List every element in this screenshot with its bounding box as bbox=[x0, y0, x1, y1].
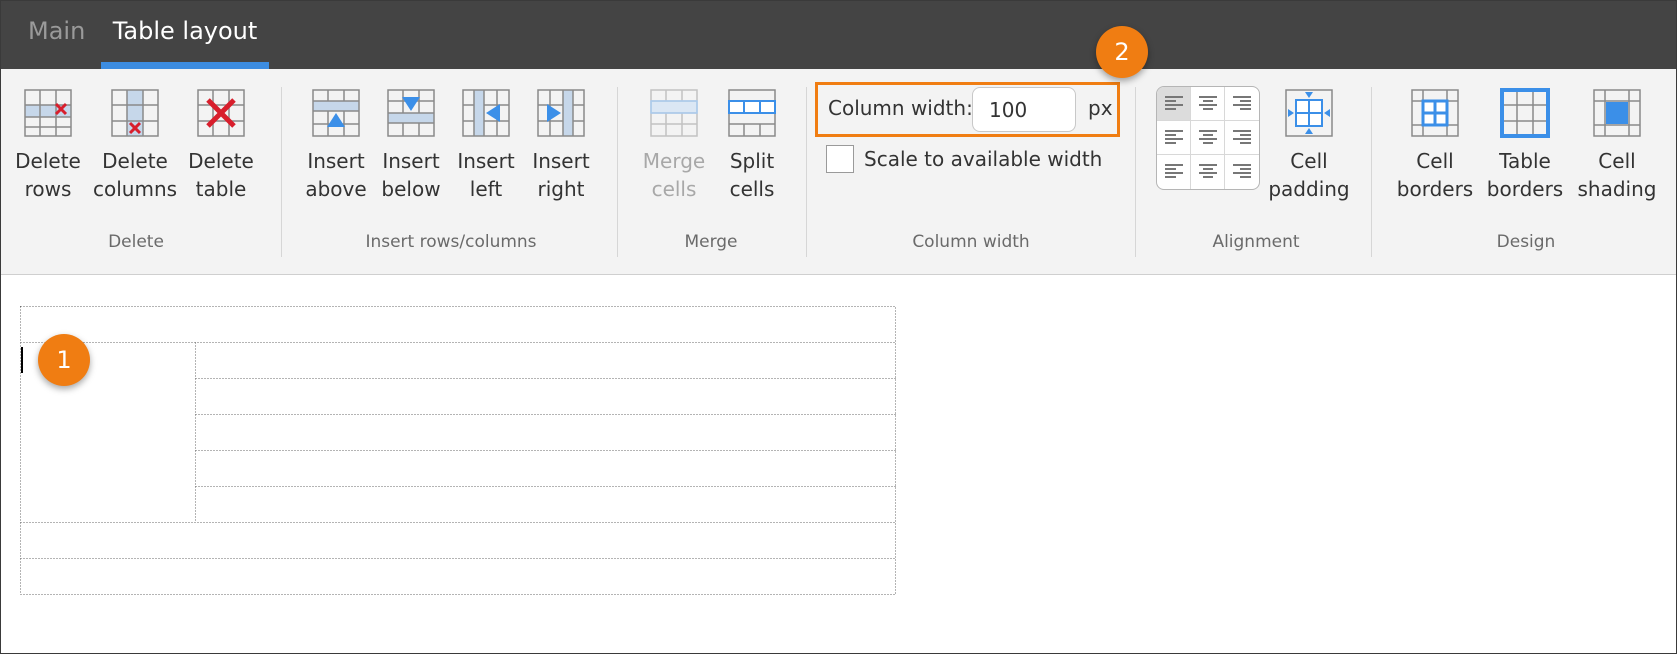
delete-rows-button[interactable]: Delete rows bbox=[6, 87, 90, 203]
align-bottom-right[interactable] bbox=[1225, 155, 1259, 189]
split-cells-icon bbox=[728, 89, 776, 137]
merge-cells-button[interactable]: Merge cells bbox=[632, 87, 716, 203]
cell-borders-icon bbox=[1411, 89, 1459, 137]
split-cells-label-2: cells bbox=[729, 177, 775, 201]
delete-rows-icon bbox=[24, 89, 72, 137]
delete-table-label-1: Delete bbox=[188, 149, 254, 173]
document-area[interactable] bbox=[1, 276, 1677, 654]
cell-padding-label-1: Cell bbox=[1290, 149, 1328, 173]
app-window: Main Table layout Delete rows Delete col… bbox=[0, 0, 1677, 654]
cell-borders-label-2: borders bbox=[1396, 177, 1474, 201]
delete-columns-label-2: columns bbox=[93, 177, 178, 201]
split-cells-button[interactable]: Split cells bbox=[710, 87, 794, 203]
align-center-icon bbox=[1199, 130, 1217, 144]
insert-left-label-1: Insert bbox=[457, 149, 515, 173]
align-center-icon bbox=[1199, 164, 1217, 178]
scale-to-width-checkbox[interactable] bbox=[826, 145, 854, 173]
editable-table[interactable] bbox=[1, 276, 1677, 654]
delete-table-label-2: table bbox=[195, 177, 247, 201]
align-bottom-center[interactable] bbox=[1191, 155, 1225, 189]
cell-shading-label-1: Cell bbox=[1598, 149, 1636, 173]
column-width-highlight: Column width: px bbox=[815, 82, 1120, 137]
insert-right-icon bbox=[537, 89, 585, 137]
group-separator bbox=[1371, 87, 1372, 257]
insert-left-button[interactable]: Insert left bbox=[444, 87, 528, 203]
insert-left-icon bbox=[462, 89, 510, 137]
align-middle-center[interactable] bbox=[1191, 121, 1225, 155]
group-label-merge: Merge bbox=[684, 232, 738, 252]
align-right-icon bbox=[1233, 96, 1251, 110]
merge-cells-icon bbox=[650, 89, 698, 137]
group-separator bbox=[617, 87, 618, 257]
align-left-icon bbox=[1165, 130, 1183, 144]
callout-badge-1: 1 bbox=[38, 334, 90, 386]
align-middle-left[interactable] bbox=[1157, 121, 1191, 155]
group-label-alignment: Alignment bbox=[1212, 232, 1300, 252]
align-center-icon bbox=[1199, 96, 1217, 110]
align-right-icon bbox=[1233, 164, 1251, 178]
cell-shading-button[interactable]: Cell shading bbox=[1575, 87, 1659, 203]
merge-cells-label-1: Merge bbox=[642, 149, 706, 173]
delete-rows-label-2: rows bbox=[24, 177, 72, 201]
insert-below-label-1: Insert bbox=[382, 149, 440, 173]
cell-borders-label-1: Cell bbox=[1416, 149, 1454, 173]
delete-columns-icon bbox=[111, 89, 159, 137]
align-top-left[interactable] bbox=[1157, 87, 1191, 121]
column-width-input[interactable] bbox=[972, 87, 1076, 132]
delete-columns-label-1: Delete bbox=[102, 149, 168, 173]
cell-padding-label-2: padding bbox=[1268, 177, 1350, 201]
insert-right-button[interactable]: Insert right bbox=[519, 87, 603, 203]
align-bottom-left[interactable] bbox=[1157, 155, 1191, 189]
column-width-unit: px bbox=[1088, 96, 1113, 120]
insert-left-label-2: left bbox=[469, 177, 503, 201]
table-borders-button[interactable]: Table borders bbox=[1483, 87, 1567, 203]
delete-table-icon bbox=[197, 89, 245, 137]
tab-bar: Main Table layout bbox=[1, 1, 1676, 69]
ribbon: Delete rows Delete columns Delete table … bbox=[1, 69, 1676, 275]
group-label-insert: Insert rows/columns bbox=[365, 232, 537, 252]
insert-below-icon bbox=[387, 89, 435, 137]
delete-columns-button[interactable]: Delete columns bbox=[93, 87, 177, 203]
insert-above-button[interactable]: Insert above bbox=[294, 87, 378, 203]
align-left-icon bbox=[1165, 96, 1183, 110]
insert-right-label-1: Insert bbox=[532, 149, 590, 173]
align-top-right[interactable] bbox=[1225, 87, 1259, 121]
text-cursor bbox=[21, 347, 23, 373]
split-cells-label-1: Split bbox=[729, 149, 775, 173]
align-right-icon bbox=[1233, 130, 1251, 144]
align-top-center[interactable] bbox=[1191, 87, 1225, 121]
table-borders-icon bbox=[1500, 88, 1550, 138]
tab-main[interactable]: Main bbox=[28, 1, 85, 69]
tab-table-layout[interactable]: Table layout bbox=[101, 1, 269, 69]
table-borders-label-1: Table bbox=[1499, 149, 1551, 173]
group-label-design: Design bbox=[1496, 232, 1556, 252]
alignment-grid bbox=[1156, 86, 1260, 190]
insert-below-label-2: below bbox=[381, 177, 441, 201]
delete-table-button[interactable]: Delete table bbox=[179, 87, 263, 203]
table-borders-label-2: borders bbox=[1486, 177, 1564, 201]
group-separator bbox=[281, 87, 282, 257]
group-separator bbox=[1135, 87, 1136, 257]
group-label-column-width: Column width bbox=[912, 232, 1030, 252]
delete-rows-label-1: Delete bbox=[15, 149, 81, 173]
insert-below-button[interactable]: Insert below bbox=[369, 87, 453, 203]
cell-borders-button[interactable]: Cell borders bbox=[1393, 87, 1477, 203]
insert-above-label-2: above bbox=[305, 177, 367, 201]
insert-above-icon bbox=[312, 89, 360, 137]
group-label-delete: Delete bbox=[108, 232, 164, 252]
callout-badge-2: 2 bbox=[1096, 26, 1148, 78]
merge-cells-label-2: cells bbox=[651, 177, 697, 201]
insert-right-label-2: right bbox=[537, 177, 585, 201]
cell-padding-button[interactable]: Cell padding bbox=[1266, 87, 1352, 203]
column-width-label: Column width: bbox=[828, 96, 973, 120]
scale-to-width-label: Scale to available width bbox=[864, 147, 1103, 171]
insert-above-label-1: Insert bbox=[307, 149, 365, 173]
cell-shading-icon bbox=[1593, 89, 1641, 137]
cell-shading-label-2: shading bbox=[1577, 177, 1657, 201]
align-left-icon bbox=[1165, 164, 1183, 178]
group-separator bbox=[806, 87, 807, 257]
cell-padding-icon bbox=[1285, 89, 1333, 137]
align-middle-right[interactable] bbox=[1225, 121, 1259, 155]
